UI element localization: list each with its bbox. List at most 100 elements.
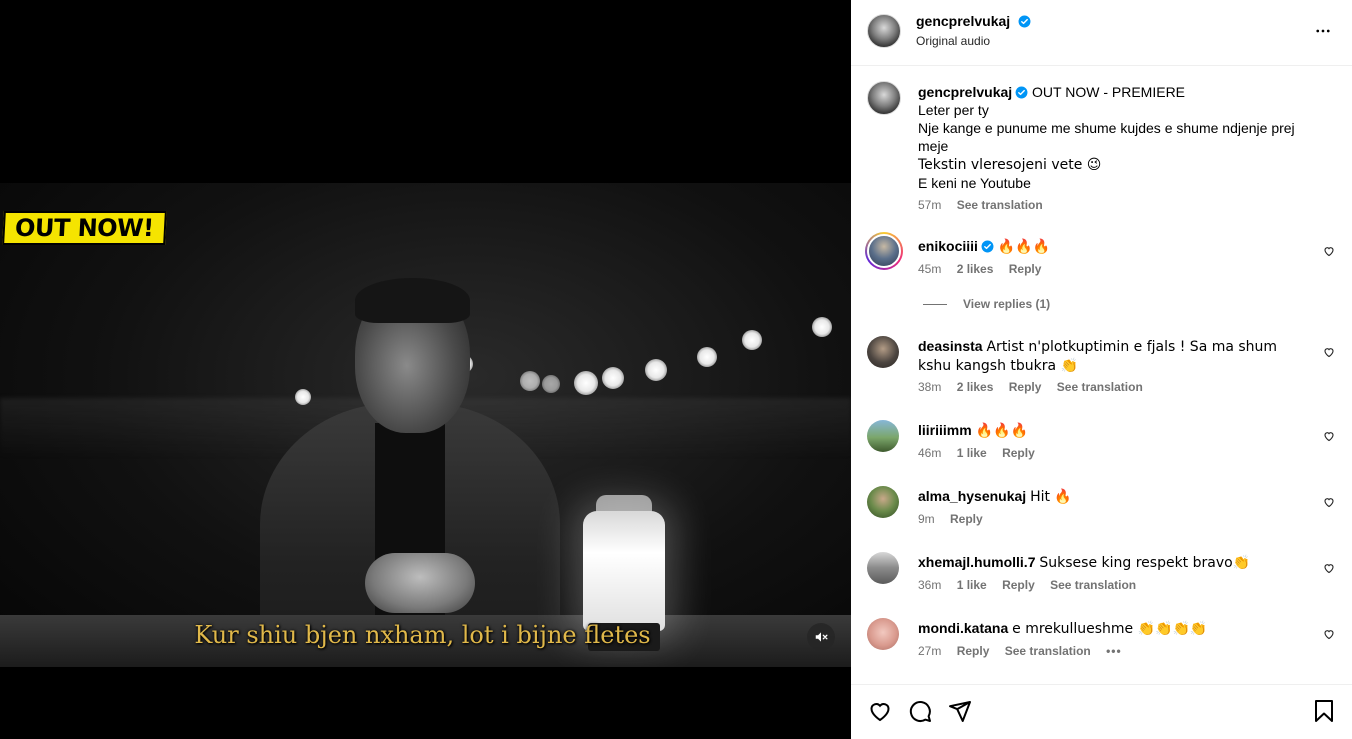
caption-line: E keni ne Youtube — [918, 175, 1031, 191]
out-now-badge: OUT NOW! — [2, 211, 167, 245]
reply-button[interactable]: Reply — [1002, 446, 1035, 460]
timestamp[interactable]: 36m — [918, 578, 941, 592]
video-subtitle: Kur shiu bjen nxham, lot i bijne fletes — [194, 621, 651, 649]
caption-meta: 57m See translation — [918, 198, 1055, 212]
comment-like-button[interactable] — [1323, 561, 1335, 579]
reel-video-area[interactable]: OUT NOW! Kur shiu bjen nxham, lot i bijn… — [0, 0, 851, 739]
comment-text: mondi.katana e mrekullueshme 👏👏👏👏 — [918, 619, 1308, 638]
reply-button[interactable]: Reply — [1009, 262, 1042, 276]
avatar[interactable] — [867, 336, 899, 368]
lantern — [583, 511, 665, 631]
reply-button[interactable]: Reply — [1009, 380, 1042, 394]
comment-like-button[interactable] — [1323, 495, 1335, 513]
comment-meta: 9m Reply — [918, 512, 995, 526]
heart-icon — [1324, 247, 1334, 257]
timestamp[interactable]: 38m — [918, 380, 941, 394]
see-translation-link[interactable]: See translation — [1005, 644, 1091, 658]
avatar[interactable] — [867, 552, 899, 584]
post-actions-bar — [851, 684, 1352, 739]
comment-button[interactable] — [908, 699, 932, 728]
caption-username[interactable]: gencprelvukaj — [918, 84, 1012, 100]
share-button[interactable] — [948, 699, 972, 728]
save-button[interactable] — [1313, 699, 1335, 728]
reply-button[interactable]: Reply — [950, 512, 983, 526]
likes-count[interactable]: 1 like — [957, 446, 987, 460]
view-replies-button[interactable]: View replies (1) — [923, 297, 1050, 311]
bokeh-light — [812, 317, 832, 337]
comment-like-button[interactable] — [1323, 244, 1335, 262]
avatar[interactable] — [867, 618, 899, 650]
avatar[interactable] — [867, 81, 901, 115]
comment-like-button[interactable] — [1323, 429, 1335, 447]
comment-text: liiriiimm 🔥🔥🔥 — [918, 421, 1308, 440]
share-icon — [949, 701, 971, 722]
post-author-username[interactable]: gencprelvukaj — [916, 13, 1010, 29]
comment-username[interactable]: liiriiimm — [918, 422, 972, 438]
comment-more-button[interactable]: ••• — [1106, 644, 1122, 658]
video-frame[interactable]: OUT NOW! Kur shiu bjen nxham, lot i bijn… — [0, 183, 851, 667]
comment-meta: 45m 2 likes Reply — [918, 262, 1053, 276]
comment-username[interactable]: alma_hysenukaj — [918, 488, 1026, 504]
caption-line: Leter per ty — [918, 102, 989, 118]
caption-line: Nje kange e punume me shume kujdes e shu… — [918, 120, 1295, 154]
comments-section[interactable]: gencprelvukaj OUT NOW - PREMIERE Leter p… — [851, 66, 1352, 684]
comment-text: xhemajl.humolli.7 Suksese king respekt b… — [918, 553, 1308, 572]
more-options-button[interactable] — [1314, 22, 1332, 45]
likes-count[interactable]: 2 likes — [957, 380, 994, 394]
bokeh-light — [602, 367, 624, 389]
comment-body: 🔥🔥🔥 — [997, 239, 1051, 255]
bookmark-icon — [1315, 700, 1333, 722]
caption-text: gencprelvukaj OUT NOW - PREMIERE Leter p… — [918, 83, 1313, 192]
reply-button[interactable]: Reply — [957, 644, 990, 658]
comment-meta: 38m 2 likes Reply See translation — [918, 380, 1155, 394]
caption-line: OUT NOW - PREMIERE — [1032, 84, 1186, 100]
see-translation-link[interactable]: See translation — [957, 198, 1043, 212]
heart-icon — [1324, 348, 1334, 358]
post-panel: gencprelvukaj Original audio gencprelvuk… — [851, 0, 1352, 739]
comment-like-button[interactable] — [1323, 627, 1335, 645]
verified-badge-icon — [981, 240, 994, 253]
likes-count[interactable]: 2 likes — [957, 262, 994, 276]
reply-button[interactable]: Reply — [1002, 578, 1035, 592]
avatar[interactable] — [867, 420, 899, 452]
heart-icon — [870, 703, 890, 722]
comment-meta: 27m Reply See translation ••• — [918, 644, 1134, 658]
mute-button[interactable] — [807, 623, 835, 651]
comment-username[interactable]: xhemajl.humolli.7 — [918, 554, 1035, 570]
bokeh-light — [697, 347, 717, 367]
comment-body: e mrekullueshme 👏👏👏👏 — [1012, 621, 1208, 637]
bokeh-light — [742, 330, 762, 350]
timestamp[interactable]: 57m — [918, 198, 941, 212]
comment-body: 🔥🔥🔥 — [975, 423, 1028, 439]
comment-username[interactable]: enikociiii — [918, 238, 978, 254]
timestamp[interactable]: 27m — [918, 644, 941, 658]
avatar[interactable] — [867, 14, 901, 48]
heart-icon — [1324, 630, 1334, 640]
comment-icon — [909, 701, 931, 722]
caption-line: Tekstin vleresojeni vete 😉 — [918, 157, 1102, 173]
bokeh-light — [574, 371, 598, 395]
audio-label[interactable]: Original audio — [916, 34, 990, 48]
avatar[interactable] — [865, 232, 903, 270]
comment-body: Suksese king respekt bravo👏 — [1039, 555, 1251, 571]
comment-text: enikociiii 🔥🔥🔥 — [918, 237, 1308, 256]
comment-text: deasinsta Artist n'plotkuptimin e fjals … — [918, 337, 1313, 375]
heart-icon — [1324, 564, 1334, 574]
heart-icon — [1324, 432, 1334, 442]
comment-username[interactable]: mondi.katana — [918, 620, 1008, 636]
see-translation-link[interactable]: See translation — [1057, 380, 1143, 394]
timestamp[interactable]: 46m — [918, 446, 941, 460]
avatar[interactable] — [867, 486, 899, 518]
likes-count[interactable]: 1 like — [957, 578, 987, 592]
comment-body: Hit 🔥 — [1030, 489, 1072, 505]
verified-badge-icon — [1015, 86, 1028, 99]
post-header: gencprelvukaj Original audio — [851, 0, 1352, 66]
timestamp[interactable]: 45m — [918, 262, 941, 276]
comment-username[interactable]: deasinsta — [918, 338, 983, 354]
comment-like-button[interactable] — [1323, 345, 1335, 363]
see-translation-link[interactable]: See translation — [1050, 578, 1136, 592]
comment-meta: 36m 1 like Reply See translation — [918, 578, 1148, 592]
timestamp[interactable]: 9m — [918, 512, 935, 526]
comment-text: alma_hysenukaj Hit 🔥 — [918, 487, 1308, 506]
like-button[interactable] — [868, 699, 892, 728]
